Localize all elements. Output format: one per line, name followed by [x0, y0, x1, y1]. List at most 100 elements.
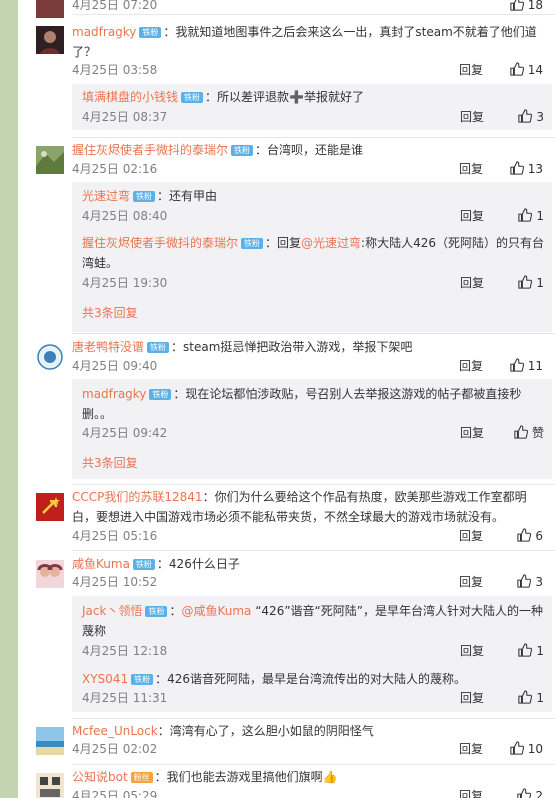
mention-link[interactable]: @咸鱼Kuma — [181, 604, 251, 618]
reply-time: 4月25日 08:40 — [82, 209, 168, 223]
like-button[interactable]: 6 — [497, 526, 543, 546]
reply-time: 4月25日 12:18 — [82, 644, 168, 658]
comment-body: 唐老鸭特没谱 铁粉 ：steam挺忌惮把政治带入游戏，举报下架吧 — [72, 337, 543, 357]
avatar[interactable] — [36, 493, 64, 521]
reply-body: madfragky 铁粉 ：现在论坛都怕涉政贴，号召别人去举报这游戏的帖子都被直接秒… — [82, 384, 544, 424]
fan-badge[interactable]: 铁粉 — [231, 145, 254, 156]
like-count: 2 — [535, 789, 543, 798]
like-button[interactable]: 2 — [497, 786, 543, 798]
username-link[interactable]: 握住灰烬使者手微抖的泰瑞尔 — [72, 143, 228, 157]
reply-button[interactable]: 回复 — [459, 526, 483, 546]
thumbs-up-icon — [518, 690, 532, 704]
comment-meta: 4月25日 03:58 回复 14 — [72, 60, 543, 80]
like-count: 13 — [527, 162, 543, 176]
more-replies-link[interactable]: 共3条回复 — [82, 453, 138, 473]
reply-time: 4月25日 19:30 — [82, 276, 168, 290]
reply-button[interactable]: 回复 — [460, 107, 484, 127]
username-link[interactable]: 公知说bot — [72, 770, 128, 784]
avatar[interactable] — [36, 343, 64, 371]
fan-badge[interactable]: 铁粉 — [133, 191, 156, 202]
thumbs-up-icon — [510, 0, 524, 11]
comment-text: ：426什么日子 — [156, 557, 240, 571]
reply-body: 光速过弯 铁粉 ：还有甲由 — [82, 186, 544, 206]
like-button[interactable]: 10 — [497, 739, 543, 759]
like-button[interactable]: 赞 — [498, 423, 544, 443]
like-button[interactable]: 1 — [498, 641, 544, 661]
reply-button[interactable]: 回复 — [460, 688, 484, 708]
reply-button[interactable]: 回复 — [459, 572, 483, 592]
username-link[interactable]: 光速过弯 — [82, 189, 130, 203]
comment-time: 4月25日 02:16 — [72, 162, 158, 176]
fan-badge[interactable]: 铁粉 — [149, 389, 172, 400]
username-link[interactable]: madfragky — [82, 387, 146, 401]
fan-badge[interactable]: 铁粉 — [241, 238, 264, 249]
reply-text: ：426谐音死阿陆，最早是台湾流传出的对大陆人的蔑称。 — [155, 672, 466, 686]
more-replies-link[interactable]: 共3条回复 — [82, 303, 138, 323]
thumbs-up-icon — [518, 275, 532, 289]
reply-button[interactable]: 回复 — [459, 786, 483, 798]
avatar[interactable] — [36, 146, 64, 174]
like-button[interactable]: 14 — [497, 60, 543, 80]
avatar[interactable] — [36, 727, 64, 755]
avatar-image-icon — [36, 493, 64, 521]
thumbs-up-icon — [517, 574, 531, 588]
fan-badge[interactable]: 铁粉 — [147, 342, 170, 353]
reply-text-prefix: ：回复 — [265, 236, 302, 250]
fan-badge[interactable]: 粉丝 — [130, 772, 153, 783]
fan-badge[interactable]: 铁粉 — [145, 606, 168, 617]
like-button[interactable]: 18 — [497, 0, 543, 15]
avatar-image-icon — [36, 773, 64, 798]
username-link[interactable]: Jack丶领悟 — [82, 604, 142, 618]
username-link[interactable]: Mcfee_UnLock — [72, 724, 158, 738]
fan-badge[interactable]: 铁粉 — [181, 92, 204, 103]
reply-button[interactable]: 回复 — [460, 423, 484, 443]
username-link[interactable]: 咸鱼Kuma — [72, 557, 130, 571]
like-button[interactable]: 13 — [497, 159, 543, 179]
reply-button[interactable]: 回复 — [460, 273, 484, 293]
fan-badge[interactable]: 铁粉 — [131, 674, 154, 685]
avatar[interactable] — [36, 0, 64, 18]
username-link[interactable]: 唐老鸭特没谱 — [72, 340, 144, 354]
like-button[interactable]: 1 — [498, 206, 544, 226]
username-link[interactable]: madfragky — [72, 25, 136, 39]
reply-button[interactable]: 回复 — [459, 159, 483, 179]
username-link[interactable]: 握住灰烬使者手微抖的泰瑞尔 — [82, 236, 238, 250]
reply-list: 光速过弯 铁粉 ：还有甲由 4月25日 08:40 回复 1 握住灰烬使者手微抖的泰… — [72, 182, 552, 332]
comment-meta: 4月25日 02:16 回复 13 — [72, 159, 543, 179]
like-button[interactable]: 3 — [498, 107, 544, 127]
comment-time: 4月25日 02:02 — [72, 742, 158, 756]
like-count: 18 — [527, 0, 543, 12]
mention-link[interactable]: @光速过弯 — [301, 236, 361, 250]
reply-body: 填满棋盘的小钱钱 铁粉 ：所以差评退款➕举报就好了 — [82, 87, 544, 107]
like-button[interactable]: 1 — [498, 273, 544, 293]
thumbs-up-icon — [517, 528, 531, 542]
reply-list: Jack丶领悟 铁粉 ：@咸鱼Kuma “426”谐音“死阿陆”，是早年台湾人针对大… — [72, 596, 552, 712]
comment-body: 公知说bot 粉丝 ：我们也能去游戏里搞他们旗啊👍 — [72, 767, 543, 787]
reply-button[interactable]: 回复 — [460, 206, 484, 226]
thumbs-up-icon — [514, 425, 528, 439]
avatar[interactable] — [36, 560, 64, 588]
comment-time: 4月25日 05:16 — [72, 529, 158, 543]
reply-text: ：所以差评退款➕举报就好了 — [205, 90, 364, 104]
reply-button[interactable]: 回复 — [459, 739, 483, 759]
comment-text: ：我们也能去游戏里搞他们旗啊👍 — [154, 770, 338, 784]
reply-button[interactable]: 回复 — [459, 60, 483, 80]
avatar-image-icon — [36, 560, 64, 588]
reply-button[interactable]: 回复 — [460, 641, 484, 661]
like-button[interactable]: 1 — [498, 688, 544, 708]
fan-badge[interactable]: 铁粉 — [132, 559, 155, 570]
avatar-image-icon — [36, 343, 64, 371]
username-link[interactable]: 填满棋盘的小钱钱 — [82, 90, 178, 104]
comment-text: ：steam挺忌惮把政治带入游戏，举报下架吧 — [171, 340, 413, 354]
like-button[interactable]: 11 — [497, 356, 543, 376]
avatar[interactable] — [36, 26, 64, 54]
reply-button[interactable]: 回复 — [459, 356, 483, 376]
username-link[interactable]: XYS041 — [82, 672, 128, 686]
like-button[interactable]: 3 — [497, 572, 543, 592]
reply-time: 4月25日 09:42 — [82, 426, 168, 440]
divider — [72, 333, 555, 334]
fan-badge[interactable]: 铁粉 — [139, 27, 162, 38]
avatar[interactable] — [36, 773, 64, 798]
username-link[interactable]: CCCP我们的苏联12841 — [72, 490, 203, 504]
reply-body: Jack丶领悟 铁粉 ：@咸鱼Kuma “426”谐音“死阿陆”，是早年台湾人针对大… — [82, 604, 543, 638]
